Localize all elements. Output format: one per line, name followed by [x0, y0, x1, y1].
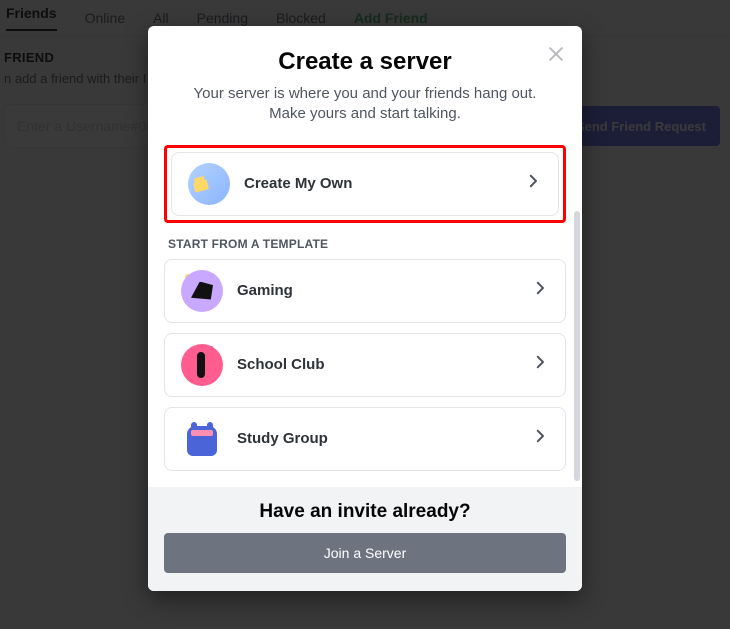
gaming-icon: [181, 270, 223, 312]
template-section-header: START FROM A TEMPLATE: [168, 237, 566, 251]
close-icon: [546, 51, 566, 68]
highlight-annotation: Create My Own: [164, 145, 566, 223]
create-own-icon: [188, 163, 230, 205]
chevron-right-icon: [531, 427, 549, 450]
chevron-right-icon: [531, 353, 549, 376]
school-club-icon: [181, 344, 223, 386]
scrollbar-thumb[interactable]: [574, 211, 580, 481]
study-group-icon: [181, 418, 223, 460]
create-my-own-option[interactable]: Create My Own: [171, 152, 559, 216]
modal-footer: Have an invite already? Join a Server: [148, 487, 582, 591]
chevron-right-icon: [531, 279, 549, 302]
template-option-gaming[interactable]: Gaming: [164, 259, 566, 323]
modal-title: Create a server: [168, 48, 562, 76]
template-option-study-group[interactable]: Study Group: [164, 407, 566, 471]
template-option-school-club[interactable]: School Club: [164, 333, 566, 397]
modal-subtitle: Your server is where you and your friend…: [168, 84, 562, 125]
create-own-label: Create My Own: [244, 175, 510, 192]
join-server-button[interactable]: Join a Server: [164, 533, 566, 573]
template-label: Gaming: [237, 282, 517, 299]
close-button[interactable]: [546, 44, 566, 69]
footer-question: Have an invite already?: [164, 501, 566, 523]
create-server-modal: Create a server Your server is where you…: [148, 26, 582, 591]
template-label: Study Group: [237, 430, 517, 447]
chevron-right-icon: [524, 172, 542, 195]
template-label: School Club: [237, 356, 517, 373]
